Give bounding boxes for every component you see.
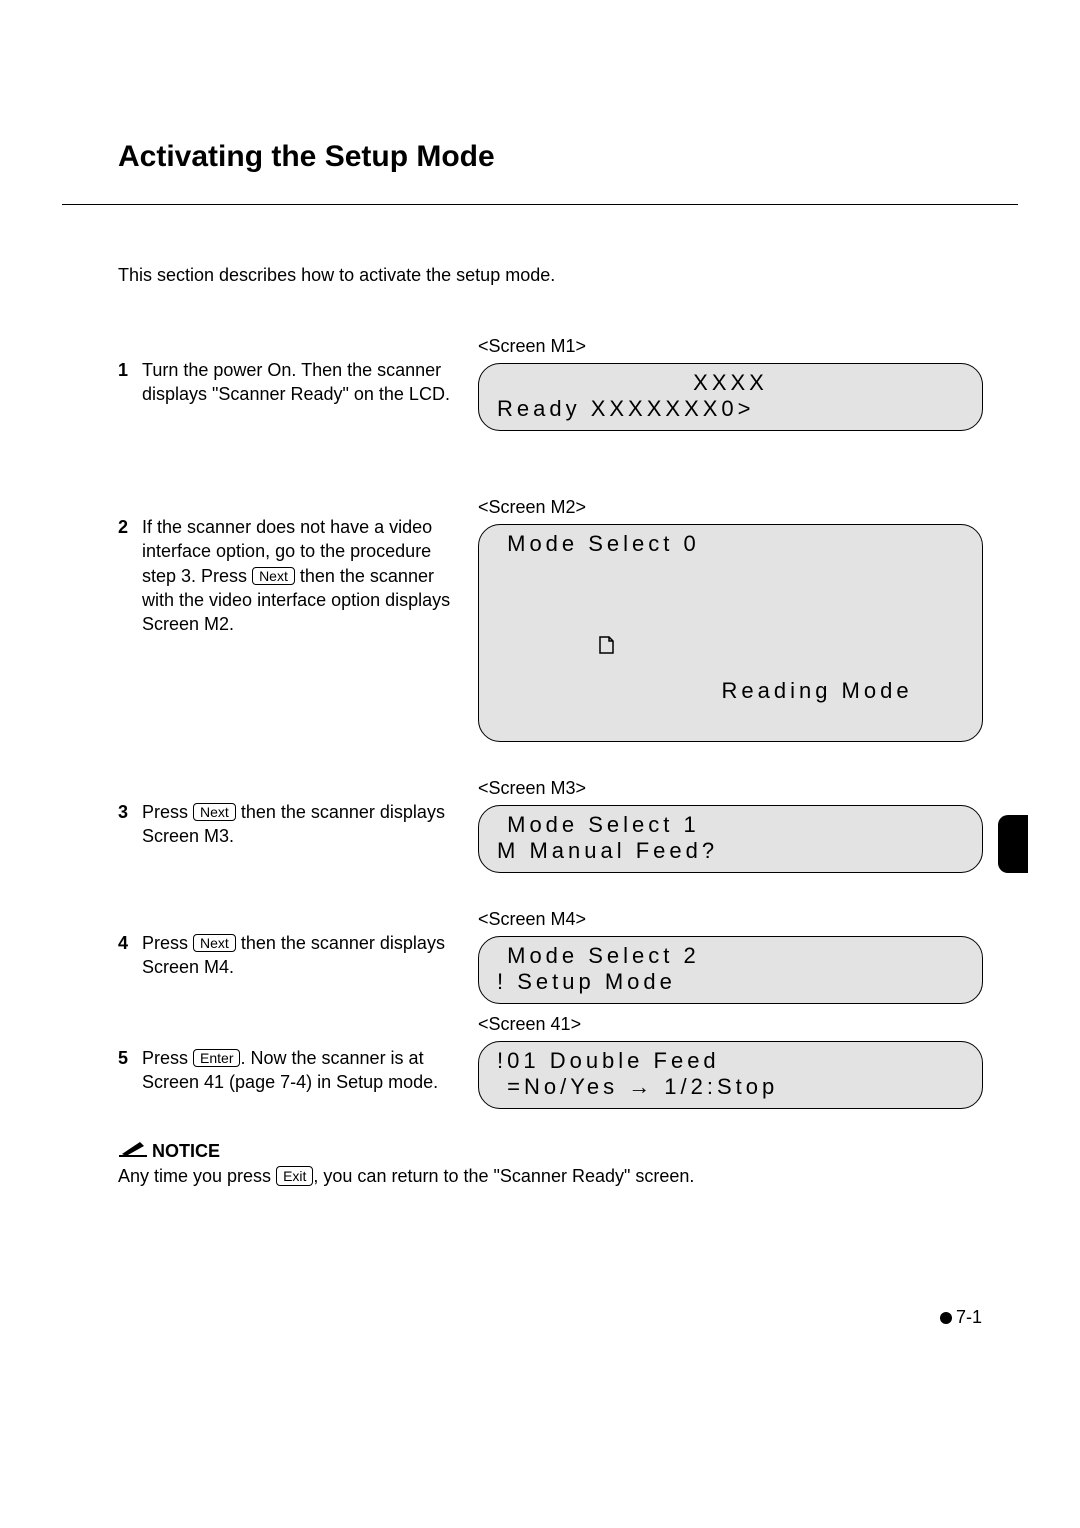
screen-m2: <Screen M2> Mode Select 0 Reading Mode xyxy=(478,497,983,742)
step-text: Turn the power On. Then the scanner disp… xyxy=(142,358,468,407)
step-number: 2 xyxy=(118,515,142,636)
page-title: Activating the Setup Mode xyxy=(118,140,1080,174)
step-text: Press Enter. Now the scanner is at Scree… xyxy=(142,1046,468,1095)
lcd-line-1: Mode Select 2 xyxy=(497,943,964,969)
page-icon xyxy=(598,583,719,707)
step-text: Press Next then the scanner displays Scr… xyxy=(142,800,468,849)
lcd-panel: XXXX Ready XXXXXXX0> xyxy=(478,363,983,431)
notice-header: NOTICE xyxy=(118,1139,220,1164)
step-5: 5 Press Enter. Now the scanner is at Scr… xyxy=(118,1046,468,1095)
next-key: Next xyxy=(193,803,236,821)
screen-m1: <Screen M1> XXXX Ready XXXXXXX0> xyxy=(478,336,983,431)
bullet-icon xyxy=(940,1312,952,1324)
divider xyxy=(62,204,1018,205)
step-text: Press Next then the scanner displays Scr… xyxy=(142,931,468,980)
notice-text: Any time you press Exit, you can return … xyxy=(118,1164,978,1189)
lcd-panel: Mode Select 0 Reading Mode xyxy=(478,524,983,742)
lcd-line-2: Reading Mode xyxy=(497,557,964,733)
pencil-icon xyxy=(118,1139,148,1157)
lcd-panel: Mode Select 2 ! Setup Mode xyxy=(478,936,983,1004)
screen-label: <Screen M3> xyxy=(478,778,983,799)
page-number: 7-1 xyxy=(940,1307,982,1328)
lcd-line-1: XXXX xyxy=(497,370,964,396)
lcd-line-2: M Manual Feed? xyxy=(497,838,964,864)
screen-m3: <Screen M3> Mode Select 1 M Manual Feed? xyxy=(478,778,983,873)
step-text: If the scanner does not have a video int… xyxy=(142,515,468,636)
enter-key: Enter xyxy=(193,1049,240,1067)
step-1: 1 Turn the power On. Then the scanner di… xyxy=(118,358,468,407)
step-number: 5 xyxy=(118,1046,142,1095)
step-2: 2 If the scanner does not have a video i… xyxy=(118,515,468,636)
page: Activating the Setup Mode This section d… xyxy=(0,0,1080,1528)
screen-41: <Screen 41> !01 Double Feed =No/Yes → 1/… xyxy=(478,1014,983,1109)
lcd-line-2: ! Setup Mode xyxy=(497,969,964,995)
notice-label: NOTICE xyxy=(152,1139,220,1164)
lcd-panel: !01 Double Feed =No/Yes → 1/2:Stop xyxy=(478,1041,983,1109)
next-key: Next xyxy=(193,934,236,952)
step-number: 3 xyxy=(118,800,142,849)
exit-key: Exit xyxy=(276,1166,313,1186)
screen-label: <Screen M4> xyxy=(478,909,983,930)
lcd-line-2: =No/Yes → 1/2:Stop xyxy=(497,1074,964,1100)
side-tab xyxy=(998,815,1028,873)
screen-m4: <Screen M4> Mode Select 2 ! Setup Mode xyxy=(478,909,983,1004)
lcd-line-1: Mode Select 1 xyxy=(497,812,964,838)
lcd-panel: Mode Select 1 M Manual Feed? xyxy=(478,805,983,873)
notice: NOTICE Any time you press Exit, you can … xyxy=(118,1139,978,1189)
step-number: 4 xyxy=(118,931,142,980)
lcd-line-2: Ready XXXXXXX0> xyxy=(497,396,964,422)
step-number: 1 xyxy=(118,358,142,407)
intro-text: This section describes how to activate t… xyxy=(118,265,1080,286)
step-4: 4 Press Next then the scanner displays S… xyxy=(118,931,468,980)
lcd-line-1: !01 Double Feed xyxy=(497,1048,964,1074)
screen-label: <Screen M1> xyxy=(478,336,983,357)
lcd-line-1: Mode Select 0 xyxy=(497,531,964,557)
step-3: 3 Press Next then the scanner displays S… xyxy=(118,800,468,849)
screen-label: <Screen M2> xyxy=(478,497,983,518)
content-grid: 1 Turn the power On. Then the scanner di… xyxy=(118,336,1080,1109)
screen-label: <Screen 41> xyxy=(478,1014,983,1035)
next-key: Next xyxy=(252,567,295,585)
